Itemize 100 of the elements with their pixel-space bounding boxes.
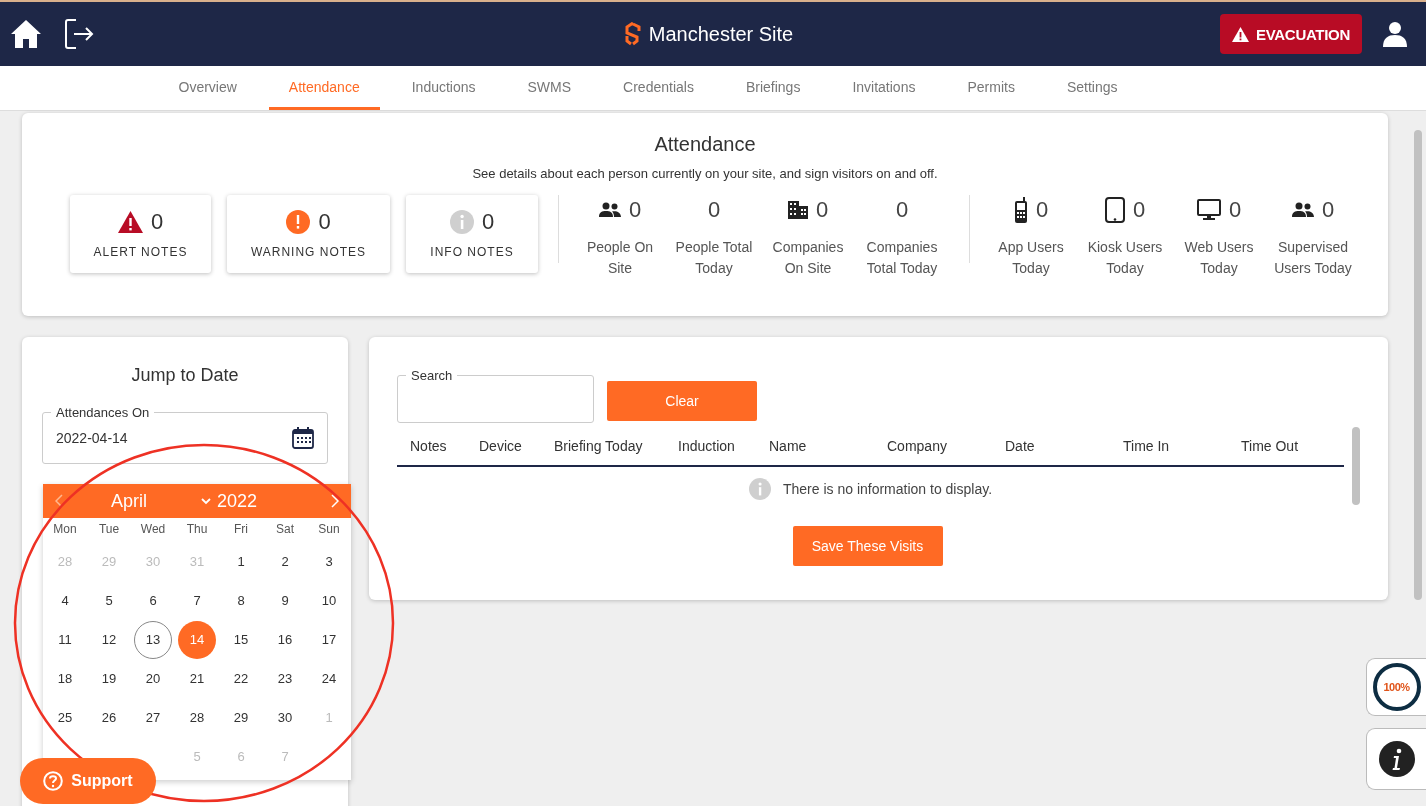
notes-count: 0 xyxy=(318,209,331,235)
calendar-day[interactable]: 12 xyxy=(90,620,128,659)
column-header: Induction xyxy=(678,438,736,454)
calendar-day[interactable]: 21 xyxy=(178,659,216,698)
counter-label: Companies On Site xyxy=(772,238,844,278)
progress-label: 100% xyxy=(1383,681,1410,693)
calendar-day[interactable]: 4 xyxy=(46,581,84,620)
alert-icon xyxy=(117,211,143,233)
progress-widget[interactable]: 100% xyxy=(1366,658,1426,716)
column-header: Company xyxy=(887,438,948,454)
help-icon xyxy=(43,771,64,791)
column-header: Time Out xyxy=(1241,438,1299,454)
column-header: Name xyxy=(769,438,808,454)
counter-label: People Total Today xyxy=(675,238,753,278)
calendar-icon[interactable] xyxy=(292,427,314,449)
counter-value: 0 xyxy=(1321,197,1335,223)
calendar-day[interactable]: 5 xyxy=(90,581,128,620)
caret-icon[interactable] xyxy=(201,497,211,505)
weekday-label: Thu xyxy=(185,521,209,538)
column-header: Date xyxy=(1005,438,1036,454)
weekday-label: Sun xyxy=(317,521,341,538)
nav-tab[interactable]: Settings xyxy=(1046,66,1138,110)
calendar-day[interactable]: 15 xyxy=(222,620,260,659)
calendar-day[interactable]: 19 xyxy=(90,659,128,698)
counter-label: Supervised Users Today xyxy=(1274,238,1352,278)
calendar-day[interactable]: 24 xyxy=(310,659,348,698)
column-header: Notes xyxy=(410,438,448,454)
counter-value: 0 xyxy=(707,197,721,223)
previous-icon[interactable] xyxy=(55,494,63,508)
nav-tab[interactable]: SWMS xyxy=(507,66,592,110)
user-icon[interactable] xyxy=(1382,21,1408,47)
counter-value: 0 xyxy=(1132,197,1146,223)
people-icon xyxy=(598,202,621,218)
weekday-label: Mon xyxy=(52,521,78,538)
notes-count: 0 xyxy=(481,209,495,235)
counter-label: People On Site xyxy=(586,238,654,278)
calendar-day[interactable]: 17 xyxy=(310,620,348,659)
counter-label: Kiosk Users Today xyxy=(1087,238,1163,278)
notes-label: WARNING NOTES xyxy=(250,245,367,259)
calendar-day[interactable]: 29 xyxy=(222,698,260,737)
calendar-day[interactable]: 2 xyxy=(266,542,304,581)
scrollbar[interactable] xyxy=(1352,427,1360,505)
info-icon xyxy=(449,210,474,234)
calendar-day[interactable]: 10 xyxy=(310,581,348,620)
nav-tab[interactable]: Credentials xyxy=(603,66,714,110)
calendar-day[interactable]: 22 xyxy=(222,659,260,698)
logout-icon[interactable] xyxy=(64,18,94,50)
card-title: Jump to Date xyxy=(130,365,240,386)
evacuation-button[interactable]: EVACUATION xyxy=(1220,14,1362,54)
nav-tab[interactable]: Permits xyxy=(947,66,1035,110)
info-widget[interactable] xyxy=(1366,728,1426,790)
next-icon[interactable] xyxy=(331,494,339,508)
weekday-label: Fri xyxy=(233,521,249,538)
nav-tab[interactable]: Inductions xyxy=(391,66,496,110)
notes-count: 0 xyxy=(150,209,164,235)
section-subtitle: See details about each person currently on your site, and sign visitors on and off. xyxy=(471,166,939,181)
calendar-day[interactable]: 6 xyxy=(134,581,172,620)
counter-value: 0 xyxy=(1035,197,1049,223)
calendar-day[interactable]: 16 xyxy=(266,620,304,659)
calendar-day[interactable]: 3 xyxy=(310,542,348,581)
counter-value: 0 xyxy=(895,197,909,223)
calendar-day[interactable]: 28 xyxy=(178,698,216,737)
people-icon xyxy=(1291,202,1314,218)
tablet-icon xyxy=(1104,197,1125,223)
weekday-label: Sat xyxy=(275,521,295,538)
notes-card[interactable]: 0 ALERT NOTES xyxy=(70,195,211,273)
section-title: Attendance xyxy=(653,133,757,156)
calendar-day[interactable]: 23 xyxy=(266,659,304,698)
home-icon[interactable] xyxy=(10,19,42,49)
page-scrollbar[interactable] xyxy=(1414,130,1422,600)
notes-card[interactable]: 0 WARNING NOTES xyxy=(227,195,390,273)
phone-icon xyxy=(1013,197,1028,223)
calendar-day[interactable]: 7 xyxy=(178,581,216,620)
calendar-day[interactable]: 1 xyxy=(222,542,260,581)
notes-card[interactable]: 0 INFO NOTES xyxy=(406,195,538,273)
warning-icon xyxy=(286,210,311,234)
column-header: Device xyxy=(479,438,523,454)
nav-tab[interactable]: Overview xyxy=(158,66,257,110)
calendar-day[interactable]: 25 xyxy=(46,698,84,737)
counter-label: App Users Today xyxy=(998,238,1064,278)
counter-value: 0 xyxy=(628,197,642,223)
notes-label: INFO NOTES xyxy=(430,245,514,259)
counter-label: Companies Total Today xyxy=(866,238,938,278)
calendar-day[interactable]: 20 xyxy=(134,659,172,698)
info-icon xyxy=(1378,741,1415,777)
nav-tab[interactable]: Invitations xyxy=(832,66,936,110)
building-icon xyxy=(787,201,808,219)
calendar-day[interactable]: 18 xyxy=(46,659,84,698)
notes-label: ALERT NOTES xyxy=(93,245,188,259)
weekday-label: Tue xyxy=(97,521,121,538)
monitor-icon xyxy=(1196,199,1221,221)
site-name: Manchester Site xyxy=(648,22,794,46)
calendar-day[interactable]: 30 xyxy=(266,698,304,737)
calendar-day[interactable]: 27 xyxy=(134,698,172,737)
calendar-day[interactable]: 11 xyxy=(46,620,84,659)
empty-message: There is no information to display. xyxy=(782,481,993,497)
nav-tab[interactable]: Briefings xyxy=(725,66,821,110)
calendar-day[interactable]: 8 xyxy=(222,581,260,620)
calendar-day[interactable]: 9 xyxy=(266,581,304,620)
calendar-day[interactable]: 26 xyxy=(90,698,128,737)
